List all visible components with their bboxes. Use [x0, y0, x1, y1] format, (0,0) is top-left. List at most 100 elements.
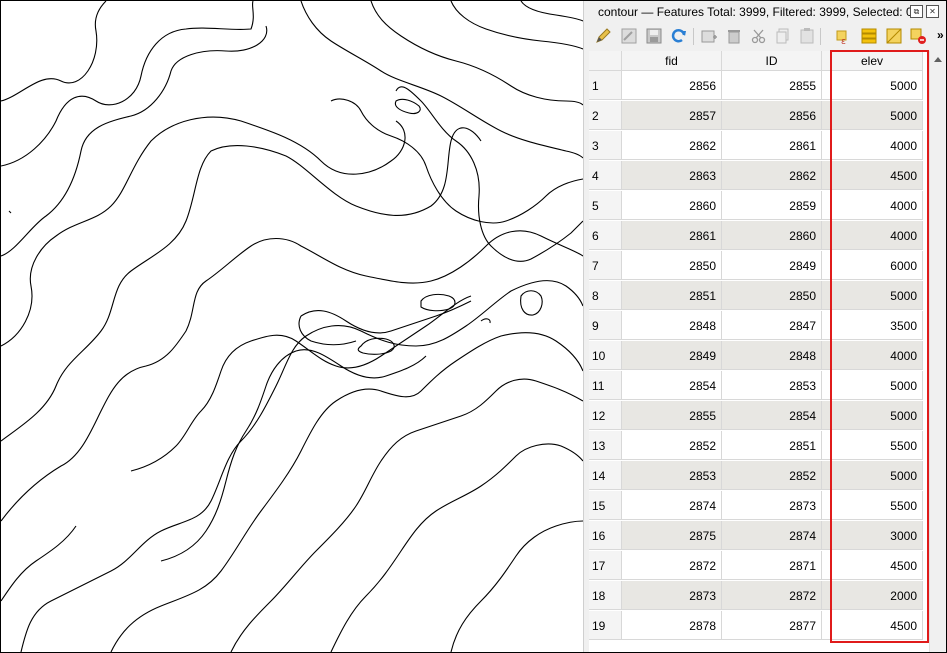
- cell-fid[interactable]: 2857: [622, 101, 722, 130]
- cell-id[interactable]: 2850: [722, 281, 822, 310]
- row-header[interactable]: 18: [589, 581, 622, 610]
- multi-edit-icon[interactable]: [620, 27, 638, 45]
- cell-fid[interactable]: 2862: [622, 131, 722, 160]
- table-row[interactable]: 17 2872 2871 4500: [589, 551, 946, 581]
- column-header-id[interactable]: ID: [722, 51, 822, 71]
- cell-fid[interactable]: 2861: [622, 221, 722, 250]
- cell-fid[interactable]: 2856: [622, 71, 722, 100]
- map-canvas[interactable]: [1, 1, 583, 652]
- cell-fid[interactable]: 2852: [622, 431, 722, 460]
- cell-fid[interactable]: 2853: [622, 461, 722, 490]
- cell-id[interactable]: 2862: [722, 161, 822, 190]
- table-row[interactable]: 14 2853 2852 5000: [589, 461, 946, 491]
- table-row[interactable]: 9 2848 2847 3500: [589, 311, 946, 341]
- column-header-fid[interactable]: fid: [622, 51, 722, 71]
- row-header[interactable]: 7: [589, 251, 622, 280]
- row-header[interactable]: 4: [589, 161, 622, 190]
- cell-elev[interactable]: 2000: [822, 581, 923, 610]
- table-row[interactable]: 11 2854 2853 5000: [589, 371, 946, 401]
- refresh-icon[interactable]: [670, 27, 688, 45]
- table-row[interactable]: 16 2875 2874 3000: [589, 521, 946, 551]
- table-row[interactable]: 19 2878 2877 4500: [589, 611, 946, 641]
- table-row[interactable]: 5 2860 2859 4000: [589, 191, 946, 221]
- cell-id[interactable]: 2854: [722, 401, 822, 430]
- pencil-icon[interactable]: [594, 27, 612, 45]
- table-row[interactable]: 13 2852 2851 5500: [589, 431, 946, 461]
- cell-id[interactable]: 2853: [722, 371, 822, 400]
- cell-fid[interactable]: 2873: [622, 581, 722, 610]
- cell-id[interactable]: 2859: [722, 191, 822, 220]
- cell-id[interactable]: 2856: [722, 101, 822, 130]
- cell-id[interactable]: 2860: [722, 221, 822, 250]
- cell-id[interactable]: 2851: [722, 431, 822, 460]
- row-header[interactable]: 16: [589, 521, 622, 550]
- cell-elev[interactable]: 3500: [822, 311, 923, 340]
- cell-id[interactable]: 2855: [722, 71, 822, 100]
- row-header[interactable]: 12: [589, 401, 622, 430]
- row-header[interactable]: 8: [589, 281, 622, 310]
- cell-fid[interactable]: 2878: [622, 611, 722, 640]
- cell-fid[interactable]: 2875: [622, 521, 722, 550]
- cell-id[interactable]: 2871: [722, 551, 822, 580]
- table-row[interactable]: 18 2873 2872 2000: [589, 581, 946, 611]
- cell-elev[interactable]: 5000: [822, 401, 923, 430]
- column-header-elev[interactable]: elev: [822, 51, 923, 71]
- cell-fid[interactable]: 2848: [622, 311, 722, 340]
- cell-elev[interactable]: 5000: [822, 371, 923, 400]
- cell-elev[interactable]: 4000: [822, 131, 923, 160]
- table-row[interactable]: 4 2863 2862 4500: [589, 161, 946, 191]
- cell-elev[interactable]: 4000: [822, 221, 923, 250]
- cell-fid[interactable]: 2872: [622, 551, 722, 580]
- cell-elev[interactable]: 3000: [822, 521, 923, 550]
- row-header[interactable]: 5: [589, 191, 622, 220]
- cell-fid[interactable]: 2851: [622, 281, 722, 310]
- row-header[interactable]: 6: [589, 221, 622, 250]
- cell-elev[interactable]: 4000: [822, 341, 923, 370]
- cell-id[interactable]: 2877: [722, 611, 822, 640]
- cell-id[interactable]: 2849: [722, 251, 822, 280]
- toolbar-overflow-button[interactable]: »: [937, 28, 944, 42]
- row-header[interactable]: 3: [589, 131, 622, 160]
- paste-icon[interactable]: [798, 27, 816, 45]
- cell-elev[interactable]: 6000: [822, 251, 923, 280]
- cell-id[interactable]: 2847: [722, 311, 822, 340]
- cell-fid[interactable]: 2874: [622, 491, 722, 520]
- row-header[interactable]: 17: [589, 551, 622, 580]
- float-panel-icon[interactable]: ⧉: [910, 5, 923, 18]
- row-header[interactable]: 14: [589, 461, 622, 490]
- cell-id[interactable]: 2873: [722, 491, 822, 520]
- row-header[interactable]: 19: [589, 611, 622, 640]
- cell-elev[interactable]: 4500: [822, 551, 923, 580]
- cell-fid[interactable]: 2849: [622, 341, 722, 370]
- row-header[interactable]: 11: [589, 371, 622, 400]
- cell-fid[interactable]: 2854: [622, 371, 722, 400]
- cell-fid[interactable]: 2860: [622, 191, 722, 220]
- add-feature-icon[interactable]: [700, 27, 718, 45]
- corner-header[interactable]: [589, 51, 622, 71]
- row-header[interactable]: 1: [589, 71, 622, 100]
- expression-select-icon[interactable]: ε: [835, 27, 853, 45]
- cell-elev[interactable]: 5000: [822, 281, 923, 310]
- deselect-icon[interactable]: [909, 27, 927, 45]
- cell-fid[interactable]: 2855: [622, 401, 722, 430]
- row-header[interactable]: 13: [589, 431, 622, 460]
- cell-id[interactable]: 2872: [722, 581, 822, 610]
- table-row[interactable]: 10 2849 2848 4000: [589, 341, 946, 371]
- cell-elev[interactable]: 4000: [822, 191, 923, 220]
- copy-icon[interactable]: [774, 27, 792, 45]
- cell-id[interactable]: 2861: [722, 131, 822, 160]
- cell-id[interactable]: 2852: [722, 461, 822, 490]
- select-all-icon[interactable]: [860, 27, 878, 45]
- cell-elev[interactable]: 5000: [822, 71, 923, 100]
- delete-icon[interactable]: [725, 27, 743, 45]
- cell-id[interactable]: 2874: [722, 521, 822, 550]
- cell-elev[interactable]: 5500: [822, 491, 923, 520]
- cell-fid[interactable]: 2850: [622, 251, 722, 280]
- row-header[interactable]: 9: [589, 311, 622, 340]
- cell-elev[interactable]: 4500: [822, 161, 923, 190]
- cut-icon[interactable]: [750, 27, 768, 45]
- table-row[interactable]: 8 2851 2850 5000: [589, 281, 946, 311]
- cell-fid[interactable]: 2863: [622, 161, 722, 190]
- table-row[interactable]: 1 2856 2855 5000: [589, 71, 946, 101]
- invert-selection-icon[interactable]: [885, 27, 903, 45]
